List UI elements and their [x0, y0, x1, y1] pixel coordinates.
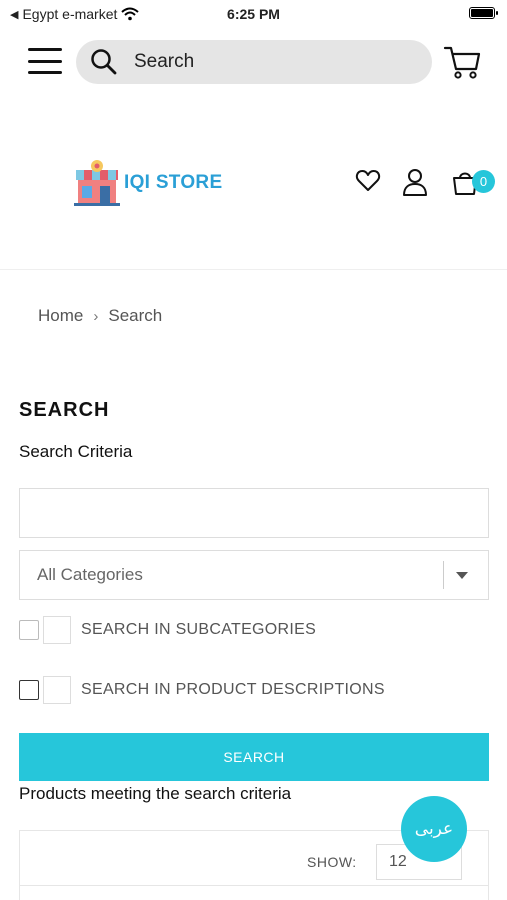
- descriptions-checkbox[interactable]: [19, 680, 39, 700]
- menu-line: [28, 59, 62, 63]
- breadcrumb-separator: ›: [93, 307, 99, 325]
- toolbar-divider: [20, 885, 488, 886]
- category-selected-value: All Categories: [37, 565, 143, 584]
- search-criteria-label: Search Criteria: [19, 442, 133, 461]
- breadcrumb-home-link[interactable]: Home: [38, 306, 83, 326]
- menu-button[interactable]: [28, 46, 62, 76]
- storefront-logo-icon: [74, 160, 120, 206]
- category-select[interactable]: All Categories: [19, 550, 489, 600]
- descriptions-option[interactable]: SEARCH IN PRODUCT DESCRIPTIONS: [19, 676, 385, 704]
- breadcrumb-current[interactable]: Search: [108, 306, 162, 326]
- subcategories-label: SEARCH IN SUBCATEGORIES: [81, 621, 317, 638]
- page-title: SEARCH: [19, 399, 110, 421]
- search-input[interactable]: Search: [76, 40, 432, 84]
- store-logo[interactable]: IQI STORE: [72, 158, 222, 208]
- subcategories-option[interactable]: SEARCH IN SUBCATEGORIES: [19, 616, 316, 644]
- menu-line: [28, 71, 62, 74]
- results-heading: Products meeting the search criteria: [19, 784, 292, 803]
- language-switch-button[interactable]: عربى: [401, 796, 467, 862]
- descriptions-checkbox-box[interactable]: [43, 676, 71, 704]
- cart-icon[interactable]: [442, 42, 482, 82]
- select-divider: [443, 561, 444, 589]
- status-bar: ◀ Egypt e-market 6:25 PM: [0, 0, 507, 28]
- wishlist-heart-icon[interactable]: [355, 168, 381, 194]
- account-user-icon[interactable]: [402, 168, 428, 196]
- search-placeholder: Search: [134, 51, 195, 72]
- clock: 6:25 PM: [227, 6, 280, 22]
- search-button[interactable]: SEARCH: [19, 733, 489, 781]
- menu-line: [28, 48, 62, 51]
- dropdown-caret-icon: [456, 572, 468, 579]
- subcategories-checkbox[interactable]: [19, 620, 39, 640]
- search-icon: [91, 49, 117, 75]
- keyword-input[interactable]: [19, 488, 489, 538]
- subcategories-checkbox-box[interactable]: [43, 616, 71, 644]
- battery-icon: [469, 7, 498, 19]
- cart-count-badge: 0: [472, 170, 495, 193]
- descriptions-label: SEARCH IN PRODUCT DESCRIPTIONS: [81, 681, 385, 698]
- header-divider: [0, 269, 507, 270]
- breadcrumb: Home › Search: [38, 306, 162, 326]
- show-label: SHOW:: [307, 854, 357, 870]
- store-name: IQI STORE: [124, 172, 223, 193]
